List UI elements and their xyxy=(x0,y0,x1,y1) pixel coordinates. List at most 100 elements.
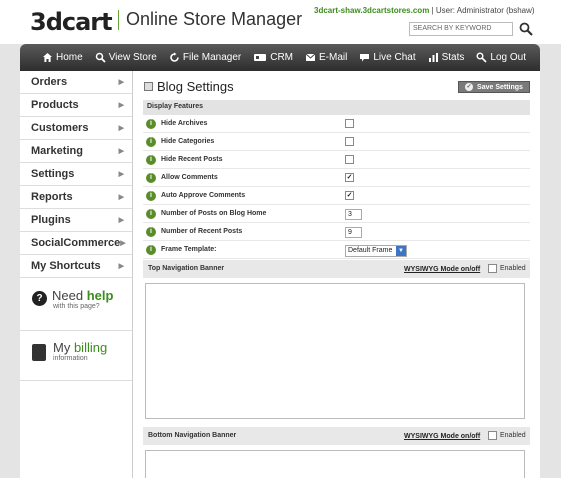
logo[interactable]: 3dcart xyxy=(30,8,113,36)
nav-email[interactable]: E-Mail xyxy=(305,52,347,63)
billing-title: My billing xyxy=(53,340,108,355)
store-user-line: 3dcart-shaw.3dcartstores.com | User: Adm… xyxy=(314,6,535,15)
nav-stats[interactable]: Stats xyxy=(428,52,465,63)
sidebar-item-label: Marketing xyxy=(31,145,83,157)
top-banner-editor[interactable] xyxy=(145,283,525,419)
store-link[interactable]: 3dcart-shaw.3dcartstores.com xyxy=(314,6,429,15)
bottom-banner-enabled-checkbox[interactable] xyxy=(488,431,497,440)
sidebar-item-orders[interactable]: Orders ▶ xyxy=(20,71,132,94)
setting-row-allow-comments: i Allow Comments ✓ xyxy=(143,169,530,187)
arrow-right-icon: ▶ xyxy=(118,125,124,132)
header: 3dcart Online Store Manager 3dcart-shaw.… xyxy=(0,0,561,44)
sidebar-item-plugins[interactable]: Plugins ▶ xyxy=(20,209,132,232)
home-icon xyxy=(43,53,52,62)
hide-recent-posts-checkbox[interactable] xyxy=(345,155,354,164)
setting-label: Hide Recent Posts xyxy=(161,156,223,163)
nav-home[interactable]: Home xyxy=(42,52,83,63)
setting-row-hide-categories: i Hide Categories xyxy=(143,133,530,151)
setting-row-hide-recent-posts: i Hide Recent Posts xyxy=(143,151,530,169)
allow-comments-checkbox[interactable]: ✓ xyxy=(345,173,354,182)
main-content: Blog Settings ✓ Save Settings Display Fe… xyxy=(133,71,540,478)
stats-icon xyxy=(428,53,438,62)
setting-row-hide-archives: i Hide Archives xyxy=(143,115,530,133)
sidebar-item-socialcommerce[interactable]: SocialCommerce ▶ xyxy=(20,232,132,255)
app-title: Online Store Manager xyxy=(126,9,303,29)
info-icon[interactable]: i xyxy=(146,119,156,129)
info-icon[interactable]: i xyxy=(146,137,156,147)
recent-posts-input[interactable]: 9 xyxy=(345,227,362,238)
setting-label: Hide Archives xyxy=(161,120,208,127)
setting-row-auto-approve-comments: i Auto Approve Comments ✓ xyxy=(143,187,530,205)
nav-log-out[interactable]: Log Out xyxy=(476,52,526,63)
auto-approve-comments-checkbox[interactable]: ✓ xyxy=(345,191,354,200)
top-banner-title: Top Navigation Banner xyxy=(148,265,225,272)
arrow-right-icon: ▶ xyxy=(118,194,124,201)
setting-row-posts-on-home: i Number of Posts on Blog Home 3 xyxy=(143,205,530,223)
info-icon[interactable]: i xyxy=(146,209,156,219)
page-title: Blog Settings xyxy=(144,79,234,94)
refresh-icon xyxy=(170,52,179,62)
info-icon[interactable]: i xyxy=(146,245,156,255)
sidebar-item-marketing[interactable]: Marketing ▶ xyxy=(20,140,132,163)
setting-label: Allow Comments xyxy=(161,174,218,181)
hide-categories-checkbox[interactable] xyxy=(345,137,354,146)
arrow-right-icon: ▶ xyxy=(118,102,124,109)
nav-label: Stats xyxy=(441,52,465,63)
save-settings-button[interactable]: ✓ Save Settings xyxy=(458,81,530,93)
nav-live-chat[interactable]: Live Chat xyxy=(359,52,416,63)
hide-archives-checkbox[interactable] xyxy=(345,119,354,128)
bottom-banner-editor[interactable] xyxy=(145,450,525,478)
bottom-banner-enabled: Enabled xyxy=(488,431,526,440)
sidebar-item-label: Reports xyxy=(31,191,73,203)
posts-on-home-input[interactable]: 3 xyxy=(345,209,362,220)
sidebar-item-label: Products xyxy=(31,99,79,111)
setting-row-recent-posts: i Number of Recent Posts 9 xyxy=(143,223,530,241)
nav-label: Home xyxy=(56,52,83,63)
setting-label: Frame Template: xyxy=(161,246,217,253)
user-label: | User: Administrator (bshaw) xyxy=(431,6,535,15)
sidebar-item-label: Orders xyxy=(31,76,68,88)
info-icon[interactable]: i xyxy=(146,155,156,165)
bottom-banner-wysiwyg-toggle[interactable]: WYSIWYG Mode on/off xyxy=(404,433,480,440)
sidebar-item-my-shortcuts[interactable]: My Shortcuts ▶ xyxy=(20,255,132,278)
arrow-right-icon: ▶ xyxy=(118,148,124,155)
setting-row-frame-template: i Frame Template: Default Frame ▼ xyxy=(143,241,530,259)
nav-view-store[interactable]: View Store xyxy=(95,52,157,63)
sidebar-item-label: Settings xyxy=(31,168,75,180)
setting-label: Auto Approve Comments xyxy=(161,192,246,199)
chat-icon xyxy=(360,54,370,62)
nav-label: File Manager xyxy=(182,52,242,63)
top-banner-wysiwyg-toggle[interactable]: WYSIWYG Mode on/off xyxy=(404,266,480,273)
sidebar-item-products[interactable]: Products ▶ xyxy=(20,94,132,117)
enabled-label: Enabled xyxy=(500,265,526,272)
page-background xyxy=(540,71,561,478)
info-icon[interactable]: i xyxy=(146,227,156,237)
question-icon: ? xyxy=(32,291,47,306)
arrow-right-icon: ▶ xyxy=(118,171,124,178)
billing-subtitle: information xyxy=(53,355,88,362)
enabled-label: Enabled xyxy=(500,432,526,439)
bottom-banner-header: Bottom Navigation Banner WYSIWYG Mode on… xyxy=(143,427,530,445)
setting-label: Number of Recent Posts xyxy=(161,228,243,235)
frame-template-select[interactable]: Default Frame ▼ xyxy=(345,245,407,257)
bottom-banner-title: Bottom Navigation Banner xyxy=(148,432,237,439)
info-icon[interactable]: i xyxy=(146,173,156,183)
logout-icon xyxy=(476,52,487,63)
nav-crm[interactable]: CRM xyxy=(253,52,293,63)
setting-label: Number of Posts on Blog Home xyxy=(161,210,267,217)
magnifier-icon xyxy=(95,52,106,63)
search-input[interactable]: SEARCH BY KEYWORD xyxy=(409,22,513,36)
logo-divider xyxy=(118,10,119,30)
section-header-display-features: Display Features xyxy=(143,100,530,115)
info-icon[interactable]: i xyxy=(146,191,156,201)
sidebar-item-customers[interactable]: Customers ▶ xyxy=(20,117,132,140)
nav-label: Live Chat xyxy=(373,52,416,63)
nav-file-manager[interactable]: File Manager xyxy=(169,52,241,63)
search-icon[interactable] xyxy=(518,21,534,37)
need-help-link[interactable]: ? Need help with this page? xyxy=(20,278,132,331)
top-banner-enabled-checkbox[interactable] xyxy=(488,264,497,273)
nav-label: E-Mail xyxy=(319,52,348,63)
sidebar-item-reports[interactable]: Reports ▶ xyxy=(20,186,132,209)
billing-link[interactable]: My billing information xyxy=(20,331,132,381)
sidebar-item-settings[interactable]: Settings ▶ xyxy=(20,163,132,186)
